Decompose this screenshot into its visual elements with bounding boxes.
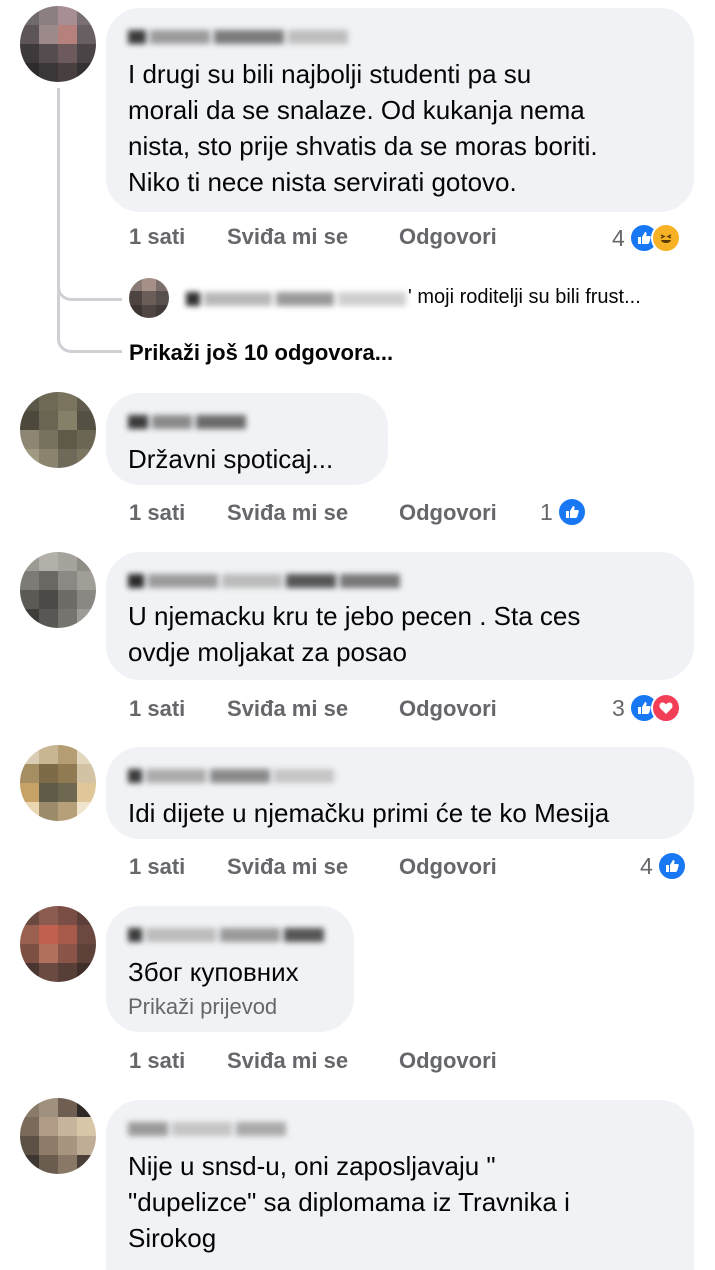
avatar[interactable] <box>20 1098 96 1174</box>
comment-bubble: U njemacku kru te jebo pecen . Sta ces o… <box>106 552 694 680</box>
reply-button[interactable]: Odgovori <box>399 224 497 258</box>
author-name[interactable] <box>128 924 328 946</box>
comment-bubble: I drugi su bili najbolji studenti pa su … <box>106 8 694 212</box>
comment-actions: 1 sati Sviđa mi se Odgovori <box>129 224 497 258</box>
reply-button[interactable]: Odgovori <box>399 696 497 730</box>
reply-preview-text[interactable]: ' moji roditelji su bili frust... <box>408 286 641 309</box>
comment-bubble: Idi dijete u njemačku primi će te ko Mes… <box>106 747 694 839</box>
avatar[interactable] <box>20 745 96 821</box>
reply-button[interactable]: Odgovori <box>399 1048 497 1082</box>
like-button[interactable]: Sviđa mi se <box>227 854 399 888</box>
author-name[interactable] <box>128 26 358 48</box>
timestamp[interactable]: 1 sati <box>129 1048 227 1082</box>
heart-icon <box>650 693 681 723</box>
timestamp[interactable]: 1 sati <box>129 224 227 258</box>
comment-actions: 1 sati Sviđa mi se Odgovori <box>129 500 497 534</box>
reaction-count: 4 <box>640 852 653 879</box>
like-button[interactable]: Sviđa mi se <box>227 696 399 730</box>
haha-icon <box>650 223 681 253</box>
like-button[interactable]: Sviđa mi se <box>227 224 399 258</box>
avatar[interactable] <box>20 906 96 982</box>
reply-author-name[interactable] <box>186 288 406 310</box>
avatar[interactable] <box>20 392 96 468</box>
comment-text: Državni spoticaj... <box>128 444 334 474</box>
comment-text: U njemacku kru te jebo pecen . Sta ces o… <box>128 601 581 667</box>
like-button[interactable]: Sviđa mi se <box>227 500 399 534</box>
avatar[interactable] <box>20 552 96 628</box>
reaction-count: 3 <box>612 694 625 721</box>
like-icon <box>656 851 687 881</box>
comment-bubble: Због куповних Prikaži prijevod <box>106 906 354 1032</box>
like-icon <box>556 497 587 527</box>
comment-text: Idi dijete u njemačku primi će te ko Mes… <box>128 798 610 828</box>
author-name[interactable] <box>128 570 408 592</box>
reaction-summary[interactable]: 4 <box>640 850 687 882</box>
comment-actions: 1 sati Sviđa mi se Odgovori <box>129 696 497 730</box>
reaction-summary[interactable]: 3 <box>612 692 681 724</box>
reply-avatar[interactable] <box>129 278 169 318</box>
show-more-replies[interactable]: Prikaži još 10 odgovora... <box>129 340 393 366</box>
reaction-summary[interactable]: 1 <box>540 496 587 528</box>
author-name[interactable] <box>128 1118 298 1140</box>
thread-connector <box>57 298 122 353</box>
author-name[interactable] <box>128 411 258 433</box>
see-translation-link[interactable]: Prikaži prijevod <box>128 994 277 1020</box>
reply-button[interactable]: Odgovori <box>399 854 497 888</box>
comment-bubble: Nije u snsd-u, oni zaposljavaju " "dupel… <box>106 1100 694 1270</box>
comment-text: Nije u snsd-u, oni zaposljavaju " "dupel… <box>128 1151 570 1253</box>
reaction-count: 1 <box>540 498 553 525</box>
reaction-count: 4 <box>612 224 625 251</box>
comment-text: I drugi su bili najbolji studenti pa su … <box>128 59 598 197</box>
author-name[interactable] <box>128 765 348 787</box>
comment-actions: 1 sati Sviđa mi se Odgovori <box>129 854 497 888</box>
timestamp[interactable]: 1 sati <box>129 854 227 888</box>
avatar[interactable] <box>20 6 96 82</box>
timestamp[interactable]: 1 sati <box>129 696 227 730</box>
timestamp[interactable]: 1 sati <box>129 500 227 534</box>
reaction-summary[interactable]: 4 <box>612 222 681 254</box>
comment-actions: 1 sati Sviđa mi se Odgovori <box>129 1048 497 1082</box>
like-button[interactable]: Sviđa mi se <box>227 1048 399 1082</box>
comment-bubble: Državni spoticaj... <box>106 393 388 485</box>
reply-button[interactable]: Odgovori <box>399 500 497 534</box>
comment-text: Због куповних <box>128 957 299 987</box>
